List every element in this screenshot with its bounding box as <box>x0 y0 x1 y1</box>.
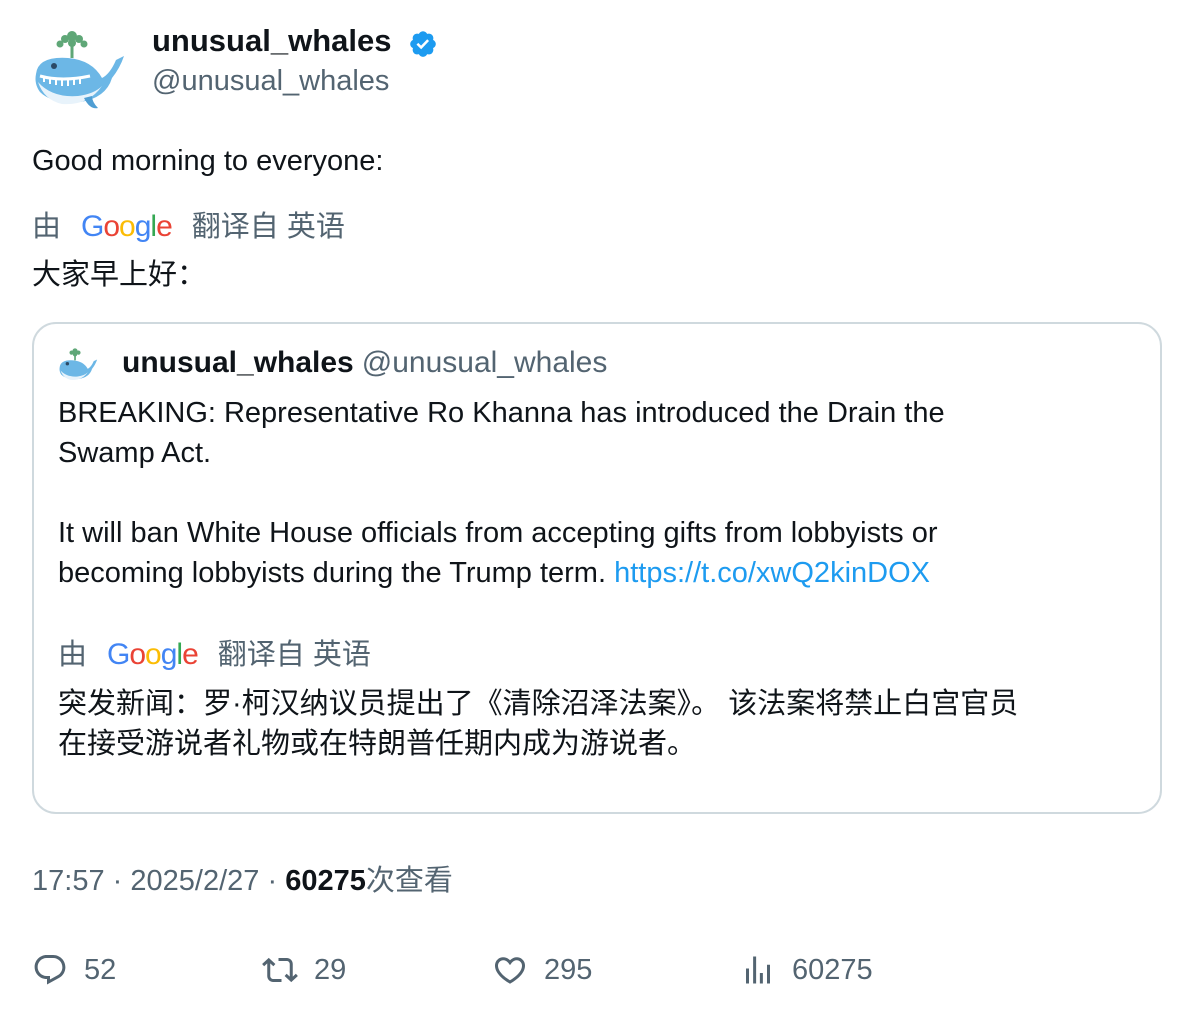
tweet-text: Good morning to everyone: <box>32 145 384 177</box>
quoted-author[interactable]: unusual_whales @unusual_whales <box>122 344 607 382</box>
quoted-tweet-text: BREAKING: Representative Ro Khanna has i… <box>58 393 1148 593</box>
quoted-text-line: Swamp Act. <box>58 437 212 469</box>
author-handle[interactable]: @unusual_whales <box>152 63 389 99</box>
views-count-action: 60275 <box>792 953 873 986</box>
retweet-icon <box>262 957 298 983</box>
quoted-translated-line: 突发新闻：罗·柯汉纳议员提出了《清除沼泽法案》。 该法案将禁止白宫官员 <box>58 688 1019 720</box>
quoted-translated-line: 在接受游说者礼物或在特朗普任期内成为游说者。 <box>58 728 697 760</box>
retweet-button[interactable]: 29 <box>262 948 346 992</box>
google-logo: Google <box>107 638 199 671</box>
translated-text: 大家早上好： <box>32 259 207 291</box>
like-count: 295 <box>544 953 593 986</box>
like-button[interactable]: 295 <box>492 948 592 992</box>
quoted-translation-attribution: 由 Google 翻译自 英语 <box>58 637 371 673</box>
views-label: 次查看 <box>365 865 453 897</box>
quoted-author-handle: @unusual_whales <box>361 346 608 379</box>
translation-attribution: 由 Google 翻译自 英语 <box>32 209 345 245</box>
quoted-translated-text: 突发新闻：罗·柯汉纳议员提出了《清除沼泽法案》。 该法案将禁止白宫官员 在接受游… <box>58 684 1018 764</box>
views-button[interactable]: 60275 <box>740 948 873 992</box>
avatar[interactable] <box>32 26 126 112</box>
quoted-text-line: It will ban White House officials from a… <box>58 517 938 549</box>
whale-logo-icon <box>59 348 98 380</box>
google-logo: Google <box>81 210 173 243</box>
translate-from-label: 翻译自 英语 <box>191 211 345 243</box>
quoted-avatar <box>58 346 98 384</box>
author-name[interactable]: unusual_whales <box>152 22 391 60</box>
tweet-date[interactable]: 2025/2/27 <box>130 865 259 897</box>
tweet-meta: 17:57 · 2025/2/27 · 60275次查看 <box>32 862 453 900</box>
views-chart-icon <box>746 956 770 984</box>
heart-icon <box>494 957 526 984</box>
translate-from-label: 翻译自 英语 <box>217 639 371 671</box>
whale-logo-icon <box>35 31 124 109</box>
quoted-author-name: unusual_whales <box>122 346 354 379</box>
views-count: 60275 <box>285 865 366 897</box>
tweet-time[interactable]: 17:57 <box>32 865 105 897</box>
translate-by-label: 由 <box>32 211 62 243</box>
quoted-link[interactable]: https://t.co/xwQ2kinDOX <box>614 557 930 589</box>
translate-by-label: 由 <box>58 639 88 671</box>
reply-button[interactable]: 52 <box>32 948 116 992</box>
meta-separator: · <box>267 865 278 897</box>
reply-count: 52 <box>84 953 117 986</box>
verified-badge-icon <box>408 29 438 59</box>
quoted-text-line: becoming lobbyists during the Trump term… <box>58 557 607 589</box>
meta-separator: · <box>112 865 123 897</box>
quoted-text-line: BREAKING: Representative Ro Khanna has i… <box>58 397 945 429</box>
reply-icon <box>34 955 66 985</box>
retweet-count: 29 <box>314 953 347 986</box>
